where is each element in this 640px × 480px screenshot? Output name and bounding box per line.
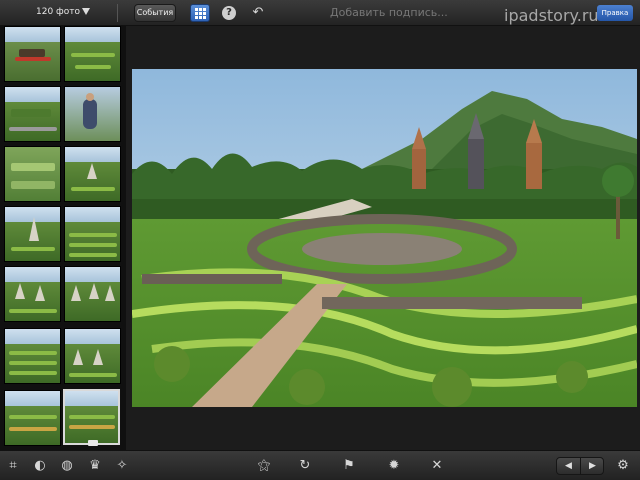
rotate-icon[interactable]: ↻ bbox=[297, 458, 313, 474]
crop-icon[interactable]: ⌗ bbox=[5, 458, 21, 474]
gear-icon[interactable]: ⚙ bbox=[615, 458, 631, 474]
main-photo[interactable] bbox=[132, 69, 637, 407]
caption-input[interactable]: Добавить подпись... bbox=[330, 6, 448, 19]
effects-icon[interactable]: ✧ bbox=[114, 458, 130, 474]
thumbnail[interactable] bbox=[4, 86, 61, 142]
thumbnail[interactable] bbox=[4, 206, 61, 262]
thumbnail[interactable] bbox=[64, 146, 121, 202]
thumbnail-sidebar[interactable] bbox=[0, 26, 126, 450]
arrow-left-icon[interactable]: ◀ bbox=[557, 458, 580, 474]
close-icon[interactable]: ✕ bbox=[429, 458, 445, 474]
thumbnail[interactable] bbox=[4, 390, 61, 446]
thumbnail[interactable] bbox=[4, 26, 61, 82]
camera-icon bbox=[88, 440, 98, 446]
chevron-down-icon[interactable] bbox=[82, 8, 90, 15]
thumbnail[interactable] bbox=[4, 328, 61, 384]
thumbnail[interactable] bbox=[4, 266, 61, 322]
enhance-icon[interactable]: ◐ bbox=[32, 458, 48, 474]
thumbnail[interactable] bbox=[64, 266, 121, 322]
thumbnail[interactable] bbox=[64, 86, 121, 142]
garden-photo bbox=[132, 69, 637, 407]
undo-icon[interactable]: ↶ bbox=[250, 5, 266, 21]
arrow-right-icon[interactable]: ▶ bbox=[581, 458, 604, 474]
brush-icon[interactable]: ♛ bbox=[87, 458, 103, 474]
top-toolbar: 120 фото События ? ↶ Добавить подпись...… bbox=[0, 0, 640, 26]
photo-count-label[interactable]: 120 фото bbox=[36, 7, 80, 17]
bottom-toolbar: ⌗ ◐ ◍ ♛ ✧ ⚝ ↻ ⚑ ✹ ✕ ◀ ▶ ⚙ bbox=[0, 450, 640, 480]
help-icon[interactable]: ? bbox=[222, 6, 236, 20]
favorite-icon[interactable]: ✹ bbox=[386, 458, 402, 474]
palette-icon[interactable]: ◍ bbox=[59, 458, 75, 474]
thumbnail-selected[interactable] bbox=[63, 389, 120, 445]
events-button[interactable]: События bbox=[134, 4, 176, 22]
toolbar-divider bbox=[117, 4, 118, 22]
grid-icon[interactable] bbox=[190, 4, 210, 22]
thumbnail[interactable] bbox=[64, 26, 121, 82]
navigation-buttons: ◀ ▶ bbox=[556, 457, 604, 475]
edit-button[interactable]: Правка bbox=[597, 5, 633, 21]
thumbnail[interactable] bbox=[4, 146, 61, 202]
magic-wand-icon[interactable]: ⚝ bbox=[256, 458, 272, 474]
watermark-text: ipadstory.ru bbox=[504, 6, 599, 25]
thumbnail[interactable] bbox=[64, 328, 121, 384]
thumbnail[interactable] bbox=[64, 206, 121, 262]
photo-editor-window: 120 фото События ? ↶ Добавить подпись...… bbox=[0, 0, 640, 480]
flag-icon[interactable]: ⚑ bbox=[341, 458, 357, 474]
